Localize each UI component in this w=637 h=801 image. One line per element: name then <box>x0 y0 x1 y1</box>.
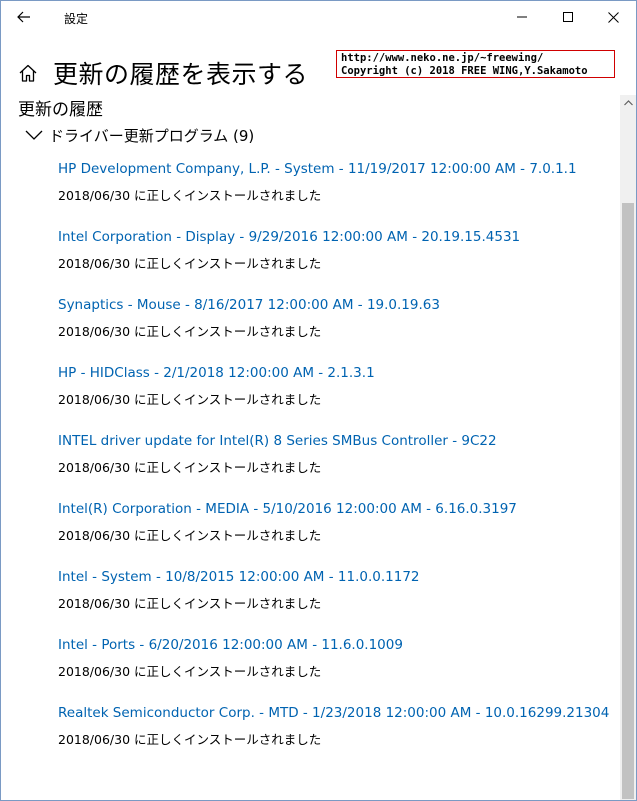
list-item: Synaptics - Mouse - 8/16/2017 12:00:00 A… <box>58 294 608 362</box>
update-status: 2018/06/30 に正しくインストールされました <box>58 664 322 679</box>
update-link[interactable]: Realtek Semiconductor Corp. - MTD - 1/23… <box>58 702 609 726</box>
update-link[interactable]: INTEL driver update for Intel(R) 8 Serie… <box>58 430 608 454</box>
update-status: 2018/06/30 に正しくインストールされました <box>58 732 322 747</box>
minimize-icon <box>517 16 527 18</box>
chevron-up-icon <box>623 100 633 106</box>
list-item: Intel Corporation - Display - 9/29/2016 … <box>58 226 608 294</box>
update-link[interactable]: HP - HIDClass - 2/1/2018 12:00:00 AM - 2… <box>58 362 608 386</box>
list-item: Intel - Ports - 6/20/2016 12:00:00 AM - … <box>58 634 608 702</box>
home-icon[interactable] <box>17 62 39 84</box>
vertical-scrollbar[interactable] <box>620 95 636 800</box>
update-status: 2018/06/30 に正しくインストールされました <box>58 596 322 611</box>
update-status: 2018/06/30 に正しくインストールされました <box>58 188 322 203</box>
update-list: HP Development Company, L.P. - System - … <box>58 158 609 770</box>
update-link[interactable]: HP Development Company, L.P. - System - … <box>58 158 608 182</box>
back-button[interactable] <box>11 5 37 29</box>
close-button[interactable] <box>590 1 636 33</box>
stamp-copyright: Copyright (c) 2018 FREE WING,Y.Sakamoto <box>341 65 588 77</box>
settings-window: 設定 更新の履歴を表示する http://www.neko.ne.jp/~fre… <box>0 0 637 801</box>
maximize-button[interactable] <box>545 1 591 33</box>
list-item: Intel(R) Corporation - MEDIA - 5/10/2016… <box>58 498 608 566</box>
update-status: 2018/06/30 に正しくインストールされました <box>58 324 322 339</box>
update-link[interactable]: Intel(R) Corporation - MEDIA - 5/10/2016… <box>58 498 608 522</box>
chevron-down-icon <box>25 130 43 140</box>
update-link[interactable]: Intel Corporation - Display - 9/29/2016 … <box>58 226 608 250</box>
section-title: 更新の履歴 <box>18 100 103 120</box>
group-label: ドライバー更新プログラム (9) <box>49 126 255 145</box>
update-link[interactable]: Intel - Ports - 6/20/2016 12:00:00 AM - … <box>58 634 608 658</box>
update-link[interactable]: Synaptics - Mouse - 8/16/2017 12:00:00 A… <box>58 294 608 318</box>
list-item: Intel - System - 10/8/2015 12:00:00 AM -… <box>58 566 608 634</box>
list-item: HP - HIDClass - 2/1/2018 12:00:00 AM - 2… <box>58 362 608 430</box>
update-status: 2018/06/30 に正しくインストールされました <box>58 392 322 407</box>
list-item: Realtek Semiconductor Corp. - MTD - 1/23… <box>58 702 609 770</box>
copyright-stamp: http://www.neko.ne.jp/~freewing/ Copyrig… <box>336 50 615 78</box>
back-arrow-icon <box>17 11 30 23</box>
window-title: 設定 <box>64 12 89 26</box>
list-item: INTEL driver update for Intel(R) 8 Serie… <box>58 430 608 498</box>
driver-updates-group-toggle[interactable]: ドライバー更新プログラム (9) <box>25 124 254 146</box>
update-link[interactable]: Intel - System - 10/8/2015 12:00:00 AM -… <box>58 566 608 590</box>
update-status: 2018/06/30 に正しくインストールされました <box>58 256 322 271</box>
update-status: 2018/06/30 に正しくインストールされました <box>58 460 322 475</box>
close-icon <box>607 11 619 23</box>
maximize-icon <box>563 12 573 22</box>
page-header: 更新の履歴を表示する <box>17 55 308 91</box>
minimize-button[interactable] <box>499 1 545 33</box>
title-bar: 設定 <box>1 1 636 33</box>
page-title: 更新の履歴を表示する <box>53 60 309 89</box>
stamp-url: http://www.neko.ne.jp/~freewing/ <box>341 52 544 64</box>
scrollbar-thumb[interactable] <box>622 203 634 799</box>
scroll-up-button[interactable] <box>620 95 636 111</box>
list-item: HP Development Company, L.P. - System - … <box>58 158 608 226</box>
update-status: 2018/06/30 に正しくインストールされました <box>58 528 322 543</box>
